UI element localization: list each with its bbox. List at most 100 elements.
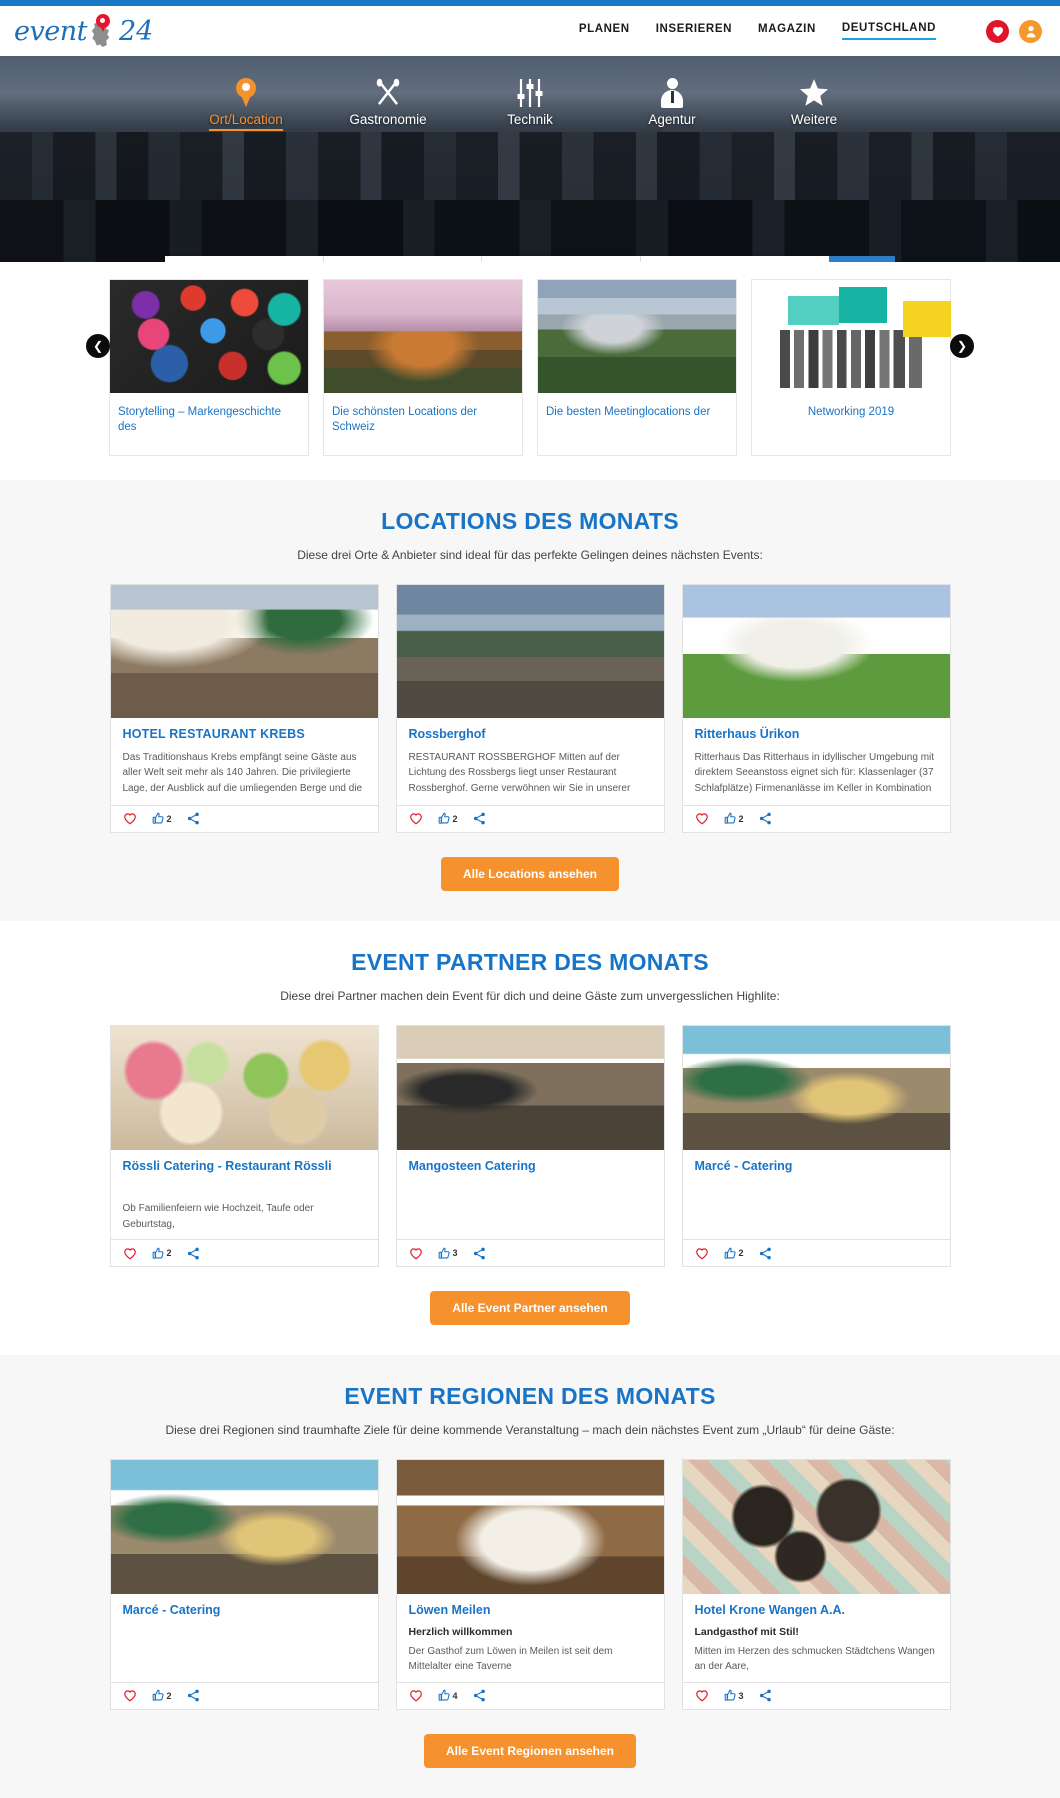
- carousel-track: Storytelling – Markengeschichte des Die …: [0, 279, 1060, 456]
- region-card-title: Marcé - Catering: [122, 1603, 221, 1618]
- carousel-item[interactable]: Networking 2019: [751, 279, 951, 456]
- hero-tab-label: Ort/Location: [209, 112, 283, 131]
- partner-card[interactable]: Rössli Catering - Restaurant Rössli Ob F…: [109, 1024, 379, 1268]
- nav-item-magazin[interactable]: MAGAZIN: [758, 23, 816, 39]
- like-thumb-icon[interactable]: 3: [724, 1689, 744, 1702]
- carousel-item-image: [324, 280, 522, 393]
- favorite-heart-icon[interactable]: [695, 812, 709, 825]
- alle-event-regionen-ansehen-button[interactable]: Alle Event Regionen ansehen: [423, 1733, 637, 1768]
- favorite-heart-icon[interactable]: [123, 1247, 137, 1260]
- location-card[interactable]: HOTEL RESTAURANT KREBS Das Traditionshau…: [109, 583, 379, 833]
- location-card-description: Ritterhaus Das Ritterhaus in idyllischer…: [694, 751, 935, 794]
- favorite-heart-icon[interactable]: [123, 812, 137, 825]
- like-thumb-icon[interactable]: 4: [438, 1689, 458, 1702]
- card-action-bar: 2: [396, 804, 664, 832]
- favorite-heart-icon[interactable]: [409, 1247, 423, 1260]
- share-icon[interactable]: [759, 1247, 772, 1260]
- like-thumb-icon[interactable]: 2: [152, 812, 172, 825]
- hero-tab-agentur[interactable]: Agentur: [601, 74, 743, 131]
- location-card[interactable]: Rossberghof RESTAURANT ROSSBERGHOF Mitte…: [395, 583, 665, 833]
- nav-item-inserieren[interactable]: INSERIEREN: [656, 23, 732, 39]
- like-count: 2: [166, 1248, 172, 1259]
- alle-locations-ansehen-button[interactable]: Alle Locations ansehen: [440, 856, 620, 891]
- like-count: 2: [738, 1248, 744, 1259]
- like-thumb-icon[interactable]: 2: [152, 1689, 172, 1702]
- share-icon[interactable]: [473, 812, 486, 825]
- share-icon[interactable]: [187, 1247, 200, 1260]
- page-title: EVENT PARTNER DES MONATS: [351, 948, 709, 975]
- partner-cta-wrapper: Alle Event Partner ansehen: [0, 1291, 1060, 1326]
- card-action-bar: 4: [396, 1681, 664, 1709]
- partner-card[interactable]: Mangosteen Catering 3: [395, 1024, 665, 1268]
- main-navigation: PLANEN INSERIEREN MAGAZIN DEUTSCHLAND: [579, 19, 1042, 43]
- site-header: event 24 PLANEN INSERIEREN MAGAZIN DEUTS…: [0, 6, 1060, 56]
- share-icon[interactable]: [473, 1247, 486, 1260]
- share-icon[interactable]: [759, 1689, 772, 1702]
- location-card-image: [110, 584, 378, 718]
- like-thumb-icon[interactable]: 2: [724, 812, 744, 825]
- hero-tab-weitere[interactable]: Weitere: [743, 74, 885, 131]
- partner-card-title: Rössli Catering - Restaurant Rössli: [122, 1158, 332, 1173]
- nav-item-planen[interactable]: PLANEN: [579, 23, 630, 39]
- section-locations-des-monats: LOCATIONS DES MONATS Diese drei Orte & A…: [0, 479, 1060, 921]
- like-thumb-icon[interactable]: 2: [438, 812, 458, 825]
- share-icon[interactable]: [759, 812, 772, 825]
- region-card-description: Mitten im Herzen des schmucken Städtchen…: [694, 1645, 935, 1673]
- carousel-item[interactable]: Storytelling – Markengeschichte des: [109, 279, 309, 456]
- partner-card[interactable]: Marcé - Catering 2: [681, 1024, 951, 1268]
- card-action-bar: 2: [110, 1239, 378, 1266]
- alle-event-partner-ansehen-button[interactable]: Alle Event Partner ansehen: [430, 1291, 630, 1326]
- favorite-heart-icon[interactable]: [123, 1689, 137, 1702]
- locations-cta-wrapper: Alle Locations ansehen: [0, 856, 1060, 891]
- hero-tab-technik[interactable]: Technik: [459, 74, 601, 131]
- share-icon[interactable]: [187, 812, 200, 825]
- favorite-heart-icon[interactable]: [409, 1689, 423, 1702]
- location-card-title: Rossberghof: [408, 726, 486, 741]
- like-thumb-icon[interactable]: 2: [152, 1247, 172, 1260]
- hero-skyline-foreground: [0, 200, 1060, 262]
- location-card-description: RESTAURANT ROSSBERGHOF Mitten auf der Li…: [408, 751, 631, 794]
- map-pin-germany-icon: [88, 14, 118, 48]
- share-icon[interactable]: [187, 1689, 200, 1702]
- section-subtitle: Diese drei Partner machen dein Event für…: [280, 988, 780, 1003]
- carousel-item[interactable]: Die besten Meetinglocations der: [537, 279, 737, 456]
- page-root: event 24 PLANEN INSERIEREN MAGAZIN DEUTS…: [0, 0, 1060, 1798]
- locations-card-grid: HOTEL RESTAURANT KREBS Das Traditionshau…: [0, 583, 1060, 833]
- card-action-bar: 2: [682, 1239, 950, 1266]
- share-icon[interactable]: [473, 1689, 486, 1702]
- nav-item-deutschland[interactable]: DEUTSCHLAND: [841, 22, 936, 40]
- region-card[interactable]: Löwen Meilen Herzlich willkommen Der Gas…: [395, 1459, 665, 1710]
- region-card[interactable]: Hotel Krone Wangen A.A. Landgasthof mit …: [681, 1459, 951, 1710]
- region-card-image: [396, 1460, 664, 1595]
- card-action-bar: 3: [682, 1681, 950, 1709]
- location-card[interactable]: Ritterhaus Ürikon Ritterhaus Das Ritterh…: [681, 583, 951, 833]
- hero-banner: Ort/Location Gastronomie Technik Agentur…: [0, 56, 1060, 262]
- location-card-image: [396, 584, 664, 718]
- carousel-next-button[interactable]: ❯: [950, 334, 974, 358]
- region-card[interactable]: Marcé - Catering 2: [109, 1459, 379, 1710]
- like-thumb-icon[interactable]: 3: [438, 1247, 458, 1260]
- like-count: 3: [738, 1690, 744, 1701]
- like-thumb-icon[interactable]: 2: [724, 1247, 744, 1260]
- partner-card-image: [682, 1025, 950, 1150]
- section-event-regionen-des-monats: EVENT REGIONEN DES MONATS Diese drei Reg…: [0, 1355, 1060, 1798]
- logo-text-24: 24: [118, 15, 154, 47]
- hero-tab-ort-location[interactable]: Ort/Location: [175, 74, 317, 131]
- region-card-subtitle: Landgasthof mit Stil!: [694, 1625, 799, 1638]
- card-action-bar: 3: [396, 1239, 664, 1266]
- favorite-heart-icon[interactable]: [695, 1689, 709, 1702]
- hero-tab-gastronomie[interactable]: Gastronomie: [317, 74, 459, 131]
- location-card-body: HOTEL RESTAURANT KREBS Das Traditionshau…: [111, 718, 378, 805]
- favorite-heart-icon[interactable]: [695, 1247, 709, 1260]
- site-logo[interactable]: event 24: [14, 9, 153, 53]
- partner-card-grid: Rössli Catering - Restaurant Rössli Ob F…: [0, 1024, 1060, 1268]
- like-count: 2: [166, 1690, 172, 1701]
- user-account-icon[interactable]: [1019, 19, 1042, 43]
- favorites-heart-icon[interactable]: [986, 19, 1009, 43]
- carousel-item[interactable]: Die schönsten Locations der Schweiz: [323, 279, 523, 456]
- region-card-title: Hotel Krone Wangen A.A.: [694, 1603, 845, 1618]
- carousel-prev-button[interactable]: ❮: [86, 334, 110, 358]
- partner-card-body: Rössli Catering - Restaurant Rössli Ob F…: [111, 1150, 378, 1240]
- favorite-heart-icon[interactable]: [409, 812, 423, 825]
- region-card-body: Hotel Krone Wangen A.A. Landgasthof mit …: [683, 1594, 950, 1682]
